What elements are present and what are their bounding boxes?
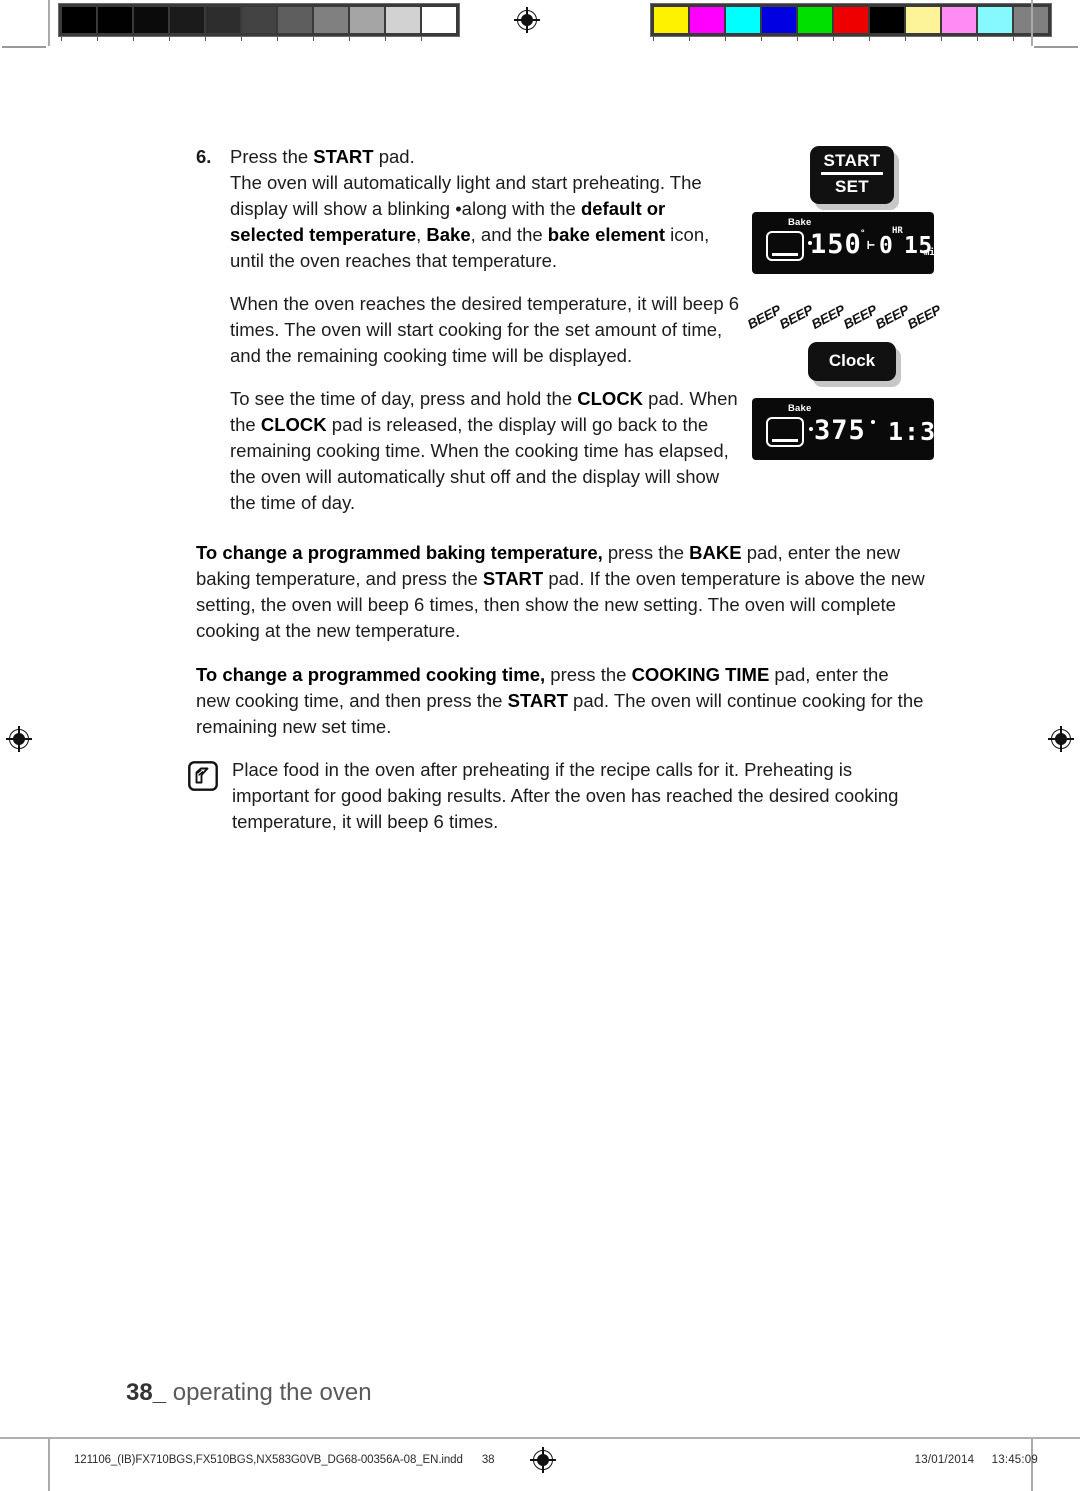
print-footer: 121106_(IB)FX710BGS,FX510BGS,NX583G0VB_D…	[0, 1450, 1080, 1480]
display-left-dot	[809, 427, 813, 431]
display-degree-symbol: °	[860, 229, 866, 239]
body-text: , and the	[470, 224, 548, 245]
bake-element-icon	[766, 417, 804, 447]
emphasised-text: START	[482, 568, 544, 589]
grayscale-tick-row	[61, 37, 457, 41]
display-minute-unit: min	[924, 248, 934, 258]
color-calibration-bar	[650, 3, 1052, 37]
note-text: Place food in the oven after preheating …	[232, 757, 930, 835]
page-number: 38_	[126, 1379, 167, 1406]
beep-sound-indicators: BEEP BEEP BEEP BEEP BEEP BEEP	[745, 301, 944, 335]
calibration-swatch-3	[170, 7, 204, 33]
emphasised-text: Bake	[426, 224, 471, 245]
calibration-swatch-3	[762, 7, 796, 33]
display-mode-label: Bake	[788, 217, 812, 228]
note-block: Place food in the oven after preheating …	[188, 757, 930, 835]
display-hour-unit: HR	[892, 226, 903, 236]
emphasised-text: To change a programmed baking temperatur…	[196, 542, 603, 563]
footer-date: 13/01/2014	[914, 1454, 975, 1466]
display-hour-value: 0	[879, 233, 894, 259]
calibration-swatch-5	[242, 7, 276, 33]
calibration-swatch-2	[134, 7, 168, 33]
note-pencil-icon	[188, 761, 218, 791]
paragraph-change-baking-temperature: To change a programmed baking temperatur…	[196, 540, 926, 644]
calibration-swatch-8	[350, 7, 384, 33]
registration-target-icon	[6, 726, 32, 752]
bake-element-icon	[766, 231, 804, 261]
body-text: To see the time of day, press and hold t…	[230, 388, 578, 409]
calibration-swatch-4	[798, 7, 832, 33]
calibration-swatch-9	[386, 7, 420, 33]
emphasised-text: START	[507, 690, 568, 711]
emphasised-text: COOKING TIME	[631, 664, 770, 685]
footer-time: 13:45:09	[991, 1454, 1038, 1466]
calibration-swatch-0	[654, 7, 688, 33]
step-number: 6.	[196, 146, 212, 167]
clock-pad-illustration: Clock	[808, 342, 896, 381]
body-text: Place food in the oven after preheating …	[232, 759, 899, 832]
calibration-swatch-8	[942, 7, 976, 33]
display-time-remaining: 1:30	[888, 417, 934, 446]
display-temperature-value: 375	[814, 415, 866, 446]
display-temperature-value: 150	[810, 229, 862, 260]
calibration-swatch-1	[98, 7, 132, 33]
oven-display-preheat: Bake 150 ° ⊢ 0 HR 15 min	[752, 212, 934, 274]
calibration-swatch-10	[422, 7, 456, 33]
manual-page: 6. Press the START pad. The oven will aut…	[0, 0, 1080, 1491]
step-paragraph: To see the time of day, press and hold t…	[230, 386, 744, 516]
calibration-swatch-6	[870, 7, 904, 33]
footer-timestamp: 13/01/2014 13:45:09	[915, 1454, 1038, 1466]
body-text: ,	[416, 224, 427, 245]
calibration-swatch-7	[314, 7, 348, 33]
footer-divider	[0, 1437, 1080, 1439]
emphasised-text: bake element	[547, 224, 666, 245]
body-text: press the	[545, 664, 632, 685]
footer-job-info: 121106_(IB)FX710BGS,FX510BGS,NX583G0VB_D…	[74, 1454, 495, 1466]
calibration-swatch-6	[278, 7, 312, 33]
trim-line	[1031, 0, 1033, 46]
step-body-text: Press the START pad. The oven will automa…	[230, 144, 744, 516]
footer-filename: 121106_(IB)FX710BGS,FX510BGS,NX583G0VB_D…	[74, 1454, 463, 1466]
crop-mark	[2, 46, 46, 48]
clock-pad-label: Clock	[828, 351, 876, 370]
display-mode-label: Bake	[788, 403, 812, 414]
calibration-swatch-1	[690, 7, 724, 33]
calibration-swatch-4	[206, 7, 240, 33]
oven-display-cooking: Bake 375 1:30	[752, 398, 934, 460]
registration-target-icon	[514, 7, 540, 33]
grayscale-calibration-bar	[58, 3, 460, 37]
body-text: pad.	[373, 146, 415, 167]
step-6-block: 6. Press the START pad. The oven will aut…	[196, 144, 744, 516]
body-text: press the	[602, 542, 690, 563]
footer-page-number: 38	[481, 1454, 495, 1466]
paragraph-change-cooking-time: To change a programmed cooking time, pre…	[196, 662, 926, 740]
start-set-pad-illustration: START SET	[810, 146, 894, 204]
registration-target-icon	[1048, 726, 1074, 752]
start-pad-line2: SET	[835, 176, 869, 196]
start-pad-divider	[821, 172, 883, 175]
start-pad-line1: START	[823, 151, 881, 170]
calibration-swatch-9	[978, 7, 1012, 33]
page-footer-label: 38_ operating the oven	[126, 1379, 372, 1407]
calibration-swatch-2	[726, 7, 760, 33]
step-paragraph: When the oven reaches the desired temper…	[230, 291, 744, 369]
emphasised-text: BAKE	[689, 542, 742, 563]
color-tick-row	[653, 37, 1049, 41]
body-text: When the oven reaches the desired temper…	[230, 293, 740, 366]
body-text: Press the	[230, 146, 314, 167]
emphasised-text: CLOCK	[577, 388, 644, 409]
calibration-swatch-0	[62, 7, 96, 33]
calibration-swatch-7	[906, 7, 940, 33]
calibration-swatch-5	[834, 7, 868, 33]
step-paragraph: Press the START pad. The oven will automa…	[230, 144, 744, 274]
emphasised-text: To change a programmed cooking time,	[196, 664, 546, 685]
crop-mark	[1034, 46, 1078, 48]
display-degree-dot	[871, 420, 875, 424]
beep-label: BEEP	[904, 302, 944, 332]
emphasised-text: START	[313, 146, 374, 167]
emphasised-text: CLOCK	[260, 414, 327, 435]
trim-line	[48, 0, 50, 46]
page-section-title: operating the oven	[172, 1379, 372, 1406]
display-hour-bracket-icon: ⊢	[867, 238, 875, 253]
